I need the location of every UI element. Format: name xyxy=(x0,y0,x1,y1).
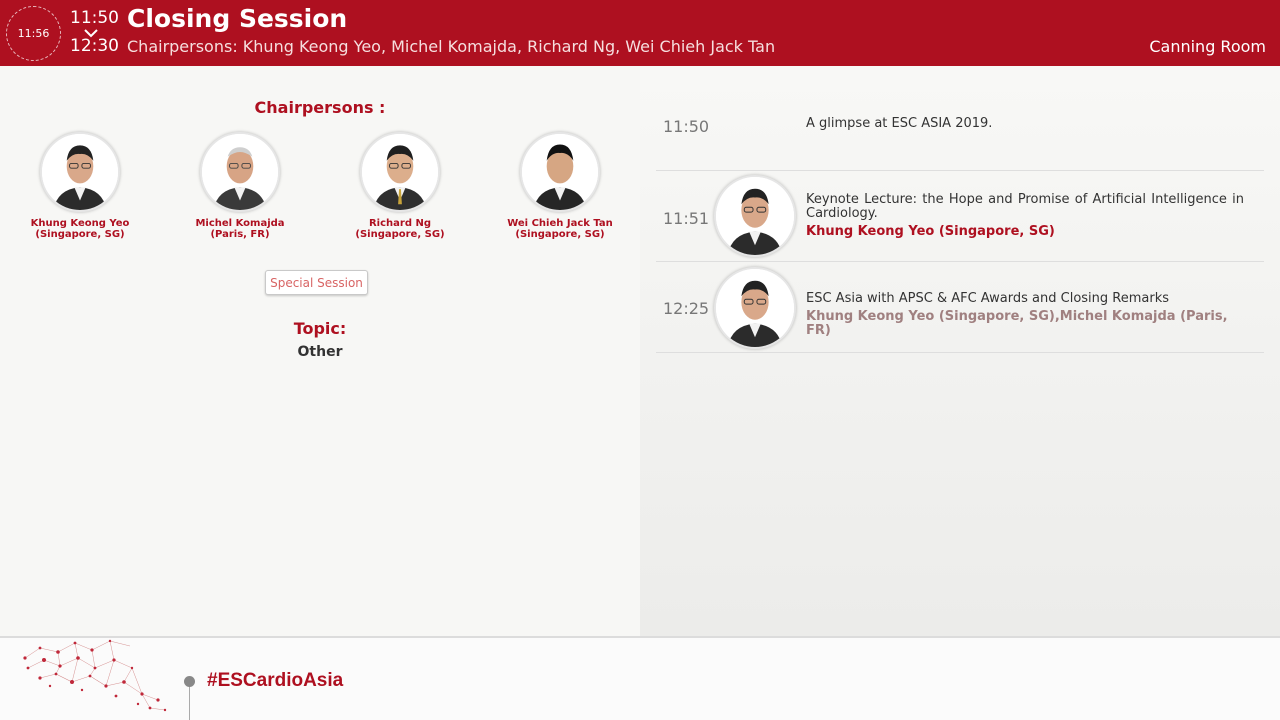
agenda-content: A glimpse at ESC ASIA 2019. xyxy=(806,117,1244,131)
chairperson-location: (Singapore, SG) xyxy=(515,229,605,240)
current-time-clock: 11:56 xyxy=(6,6,61,61)
topic-label: Topic: xyxy=(293,319,347,338)
divider-line xyxy=(189,682,190,720)
speaker-avatar xyxy=(714,267,796,349)
person-photo-icon xyxy=(522,134,598,210)
avatar xyxy=(360,132,440,212)
chairperson-card[interactable]: Khung Keong Yeo (Singapore, SG) xyxy=(0,132,160,240)
chairperson-name: Richard Ng xyxy=(368,218,432,229)
agenda-time: 11:51 xyxy=(663,209,710,228)
end-time: 12:30 xyxy=(70,36,119,56)
chairpersons-heading: Chairpersons : xyxy=(254,98,386,117)
agenda-content: ESC Asia with APSC & AFC Awards and Clos… xyxy=(806,292,1244,338)
chairperson-location: (Singapore, SG) xyxy=(355,229,445,240)
hashtag-text: #ESCardioAsia xyxy=(207,670,344,691)
session-title: Closing Session xyxy=(127,4,348,33)
chairperson-card[interactable]: Richard Ng (Singapore, SG) xyxy=(320,132,480,240)
chairperson-name: Wei Chieh Jack Tan xyxy=(507,218,613,229)
agenda-item[interactable]: 11:50 A glimpse at ESC ASIA 2019. xyxy=(656,84,1264,171)
chairperson-location: (Singapore, SG) xyxy=(35,229,125,240)
agenda-item[interactable]: 12:25 ESC Asia with APSC & AFC Awards an… xyxy=(656,262,1264,353)
room-name: Canning Room xyxy=(1149,37,1266,56)
agenda-title: Keynote Lecture: the Hope and Promise of… xyxy=(806,192,1244,221)
person-photo-icon xyxy=(42,134,118,210)
footer-bar: #ESCardioAsia xyxy=(0,636,1280,720)
chairperson-card[interactable]: Wei Chieh Jack Tan (Singapore, SG) xyxy=(480,132,640,240)
avatar xyxy=(40,132,120,212)
agenda-panel: 11:50 A glimpse at ESC ASIA 2019. 11:51 … xyxy=(640,66,1280,636)
chairperson-card[interactable]: Michel Komajda (Paris, FR) xyxy=(160,132,320,240)
session-header: 11:56 11:50 12:30 Closing Session Chairp… xyxy=(0,0,1280,66)
agenda-item[interactable]: 11:51 Keynote Lecture: the Hope and Prom… xyxy=(656,171,1264,262)
start-time: 11:50 xyxy=(70,8,119,28)
agenda-speakers[interactable]: Khung Keong Yeo (Singapore, SG),Michel K… xyxy=(806,310,1244,338)
agenda-content: Keynote Lecture: the Hope and Promise of… xyxy=(806,193,1244,239)
chairpersons-line: Chairpersons: Khung Keong Yeo, Michel Ko… xyxy=(127,37,776,56)
agenda-title: ESC Asia with APSC & AFC Awards and Clos… xyxy=(806,291,1170,306)
avatar xyxy=(200,132,280,212)
clock-time: 11:56 xyxy=(17,27,50,40)
person-photo-icon xyxy=(202,134,278,210)
agenda-time: 11:50 xyxy=(663,117,710,136)
chairperson-name: Michel Komajda xyxy=(195,218,285,229)
agenda-title: A glimpse at ESC ASIA 2019. xyxy=(806,116,993,131)
speaker-avatar xyxy=(714,175,796,257)
chairperson-location: (Paris, FR) xyxy=(210,229,270,240)
session-type-badge: Special Session xyxy=(265,270,368,295)
chevron-down-icon xyxy=(84,29,98,38)
session-time-range: 11:50 12:30 xyxy=(70,8,119,56)
person-photo-icon xyxy=(716,269,794,347)
chairperson-name: Khung Keong Yeo xyxy=(30,218,130,229)
person-photo-icon xyxy=(716,177,794,255)
agenda-time: 12:25 xyxy=(663,299,710,318)
asia-map-network-icon xyxy=(23,639,167,712)
avatar xyxy=(520,132,600,212)
pin-dot-icon xyxy=(184,676,195,687)
person-photo-icon xyxy=(362,134,438,210)
session-details-panel: Chairpersons : Khung Keong Yeo (Singapor… xyxy=(0,66,640,636)
topic-value: Other xyxy=(297,344,343,360)
agenda-speakers[interactable]: Khung Keong Yeo (Singapore, SG) xyxy=(806,225,1244,239)
